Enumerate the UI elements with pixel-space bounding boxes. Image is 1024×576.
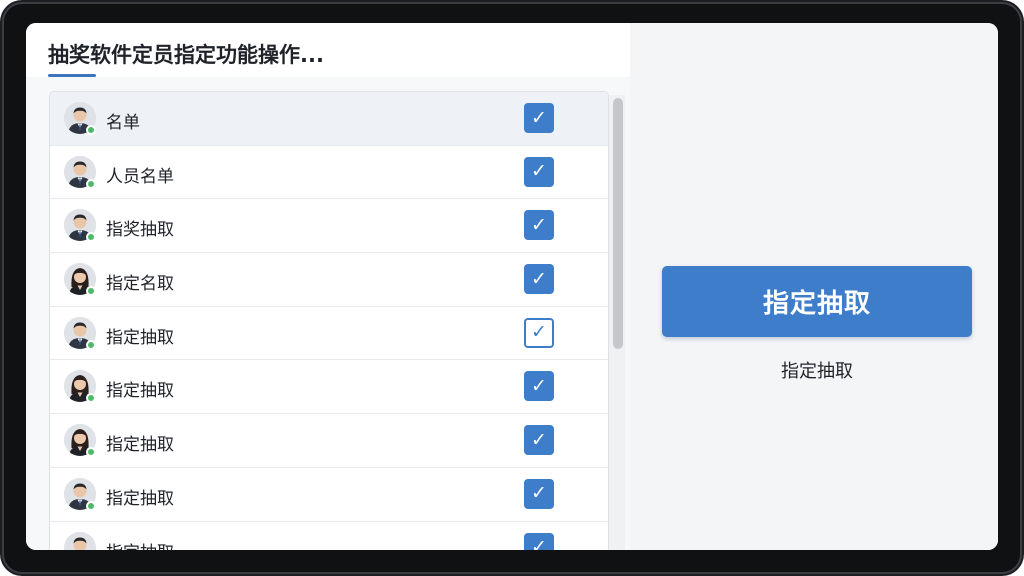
checkmark-icon: ✓	[531, 160, 547, 183]
participant-list: 名单✓人员名单✓指奖抽取✓指定名取✓指定抽取✓指定抽取✓指定抽取✓指定抽取✓指定…	[50, 92, 608, 550]
list-item[interactable]: 名单 ✓	[50, 92, 608, 146]
select-checkbox[interactable]: ✓	[524, 371, 554, 402]
list-scrollbar-thumb[interactable]	[613, 98, 623, 349]
select-checkbox[interactable]: ✓	[524, 210, 554, 241]
checkmark-icon: ✓	[531, 374, 547, 397]
list-item-label: 指定抽取	[106, 488, 174, 509]
select-checkbox[interactable]: ✓	[524, 103, 554, 133]
list-item-label: 指定抽取	[106, 538, 174, 551]
list-item-label: 指定名取	[106, 274, 174, 295]
list-item-label: 名单	[106, 113, 140, 133]
select-checkbox[interactable]: ✓	[524, 478, 554, 509]
checkmark-icon: ✓	[531, 267, 547, 290]
participant-list-card: 名单✓人员名单✓指奖抽取✓指定名取✓指定抽取✓指定抽取✓指定抽取✓指定抽取✓指定…	[49, 91, 609, 550]
list-item-label: 指定抽取	[106, 327, 174, 348]
online-status-icon	[86, 286, 96, 297]
list-item[interactable]: 指定抽取 ✓	[50, 467, 608, 522]
list-item[interactable]: 指定抽取 ✓	[50, 414, 608, 468]
page-title: 抽奖软件定员指定功能操作...	[48, 43, 324, 67]
online-status-icon	[86, 339, 96, 350]
list-item[interactable]: 指定抽取 ✓	[50, 306, 608, 361]
select-checkbox[interactable]: ✓	[524, 156, 554, 187]
action-panel: 指定抽取 指定抽取	[630, 23, 998, 550]
checkmark-icon: ✓	[531, 428, 547, 451]
action-caption: 指定抽取	[781, 361, 853, 382]
checkmark-icon: ✓	[531, 536, 547, 551]
online-status-icon	[86, 178, 96, 189]
checkmark-icon: ✓	[531, 213, 547, 236]
male-avatar-icon	[64, 531, 96, 550]
select-checkbox[interactable]: ✓	[524, 425, 554, 456]
list-item-label: 指定抽取	[106, 435, 174, 456]
title-underline	[48, 74, 96, 77]
list-item-label: 指定抽取	[106, 381, 174, 402]
select-checkbox[interactable]: ✓	[524, 532, 554, 551]
list-item-label: 人员名单	[106, 166, 174, 187]
checkmark-icon: ✓	[531, 321, 547, 344]
list-item[interactable]: 人员名单 ✓	[50, 145, 608, 200]
designated-draw-button-label: 指定抽取	[762, 288, 871, 318]
online-status-icon	[86, 232, 96, 243]
checkmark-icon: ✓	[531, 482, 547, 505]
online-status-icon	[86, 500, 96, 511]
designated-draw-button[interactable]: 指定抽取	[662, 266, 972, 337]
select-checkbox[interactable]: ✓	[524, 317, 554, 348]
list-item-label: 指奖抽取	[106, 220, 174, 241]
panel-header: 抽奖软件定员指定功能操作...	[26, 23, 630, 77]
list-item[interactable]: 指定抽取 ✓	[50, 360, 608, 415]
participant-panel: 抽奖软件定员指定功能操作... 名单 ✓ 人员名单 ✓ 指奖抽取 ✓ 指定名取 ✓ 指定抽取 ✓ 指…	[26, 23, 630, 550]
select-checkbox[interactable]: ✓	[524, 264, 554, 295]
list-item[interactable]: 指奖抽取 ✓	[50, 199, 608, 254]
online-status-icon	[86, 393, 96, 404]
list-item[interactable]: 指定抽取 ✓	[50, 521, 608, 551]
online-status-icon	[86, 125, 96, 135]
online-status-icon	[86, 447, 96, 458]
list-item[interactable]: 指定名取 ✓	[50, 253, 608, 307]
checkmark-icon: ✓	[531, 106, 547, 129]
app-screen: 抽奖软件定员指定功能操作... 名单 ✓ 人员名单 ✓ 指奖抽取 ✓ 指定名取 ✓ 指定抽取 ✓ 指…	[26, 23, 998, 550]
